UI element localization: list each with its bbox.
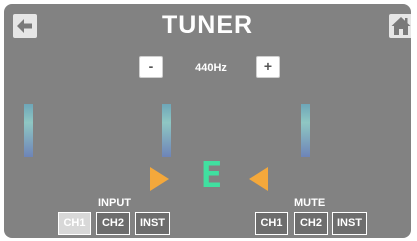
pitch-minus-button[interactable]: - — [139, 56, 163, 78]
input-ch1-button[interactable]: CH1 — [58, 212, 91, 235]
mute-group-label: MUTE — [294, 197, 326, 209]
mute-ch2-button[interactable]: CH2 — [294, 212, 328, 235]
header-bar: TUNER — [4, 4, 411, 46]
page-title: TUNER — [161, 11, 254, 39]
mute-inst-button[interactable]: INST — [332, 212, 367, 235]
input-ch2-button[interactable]: CH2 — [96, 212, 130, 235]
mute-ch1-button[interactable]: CH1 — [255, 212, 288, 235]
sharp-indicator-arrow-icon — [249, 167, 268, 191]
home-icon — [391, 17, 411, 35]
detected-note: E — [200, 155, 223, 196]
input-group-label: INPUT — [98, 197, 131, 209]
tuning-meter-sharp — [301, 104, 310, 157]
pitch-plus-button[interactable]: + — [256, 56, 280, 78]
tuner-screen: TUNER - 440Hz + E INPUT CH1 CH2 INST MUT… — [4, 4, 411, 238]
input-inst-button[interactable]: INST — [135, 212, 170, 235]
tuning-meter-flat — [24, 104, 33, 157]
tuning-meter-center — [162, 104, 171, 157]
flat-indicator-arrow-icon — [150, 167, 169, 191]
home-button[interactable] — [389, 14, 411, 38]
reference-pitch-value: 440Hz — [195, 62, 227, 74]
